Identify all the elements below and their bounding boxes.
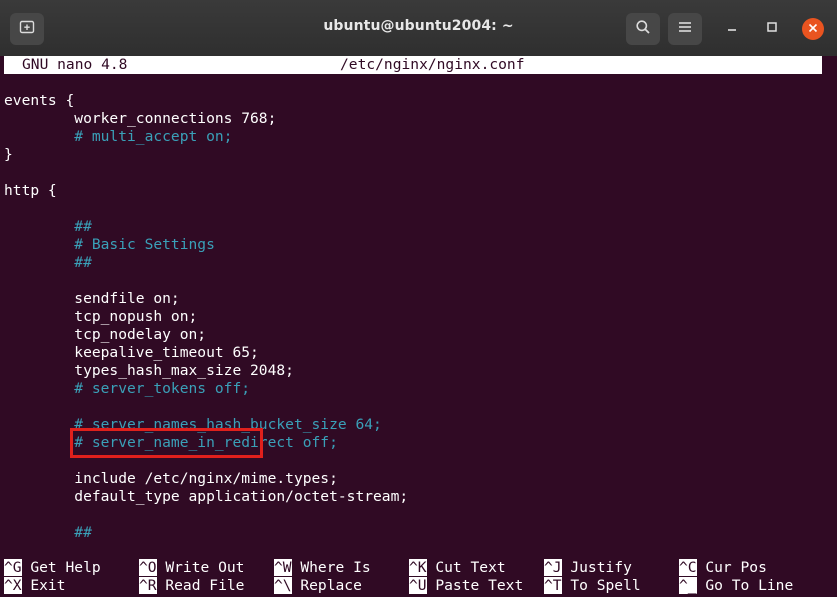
search-button[interactable] — [626, 13, 660, 45]
nano-header-bar: GNU nano 4.8 /etc/nginx/nginx.conf — [4, 56, 822, 74]
shortcut-key: ^G — [4, 559, 22, 576]
editor-line[interactable]: # multi_accept on; — [4, 128, 232, 146]
editor-line[interactable]: events { — [4, 92, 74, 110]
shortcut-item: ^K Cut Text — [409, 559, 506, 577]
nano-version: GNU nano 4.8 — [22, 56, 128, 73]
shortcut-label: Paste Text — [426, 577, 524, 594]
search-icon — [635, 19, 651, 40]
editor-line[interactable]: ## — [4, 218, 92, 236]
shortcut-key: ^J — [544, 559, 562, 576]
nano-filename: /etc/nginx/nginx.conf — [340, 56, 525, 73]
shortcut-label: Cut Text — [426, 559, 506, 576]
editor-line[interactable]: ## — [4, 254, 92, 272]
shortcut-item: ^W Where Is — [274, 559, 371, 577]
shortcut-key: ^_ — [679, 577, 697, 594]
shortcut-key: ^X — [4, 577, 22, 594]
shortcut-key: ^W — [274, 559, 292, 576]
shortcut-key: ^T — [544, 577, 562, 594]
shortcut-label: Justify — [561, 559, 632, 576]
shortcut-label: Where Is — [291, 559, 371, 576]
shortcut-item: ^J Justify — [544, 559, 632, 577]
highlight-annotation — [70, 428, 263, 458]
shortcut-item: ^O Write Out — [139, 559, 244, 577]
editor-line[interactable]: } — [4, 146, 13, 164]
editor-line[interactable]: ## — [4, 524, 92, 542]
minimize-icon — [726, 20, 738, 38]
shortcut-key: ^\ — [274, 577, 292, 594]
shortcut-label: Cur Pos — [696, 559, 767, 576]
editor-line[interactable]: keepalive_timeout 65; — [4, 344, 259, 362]
editor-line[interactable]: # Basic Settings — [4, 236, 215, 254]
terminal-window: ubuntu@ubuntu2004: ~ GNU nano 4.8 /etc/n… — [0, 0, 837, 597]
shortcut-key: ^C — [679, 559, 697, 576]
editor-line[interactable]: # server_tokens off; — [4, 380, 250, 398]
shortcut-label: To Spell — [561, 577, 641, 594]
shortcut-key: ^O — [139, 559, 157, 576]
shortcut-item: ^C Cur Pos — [679, 559, 767, 577]
terminal-area[interactable]: GNU nano 4.8 /etc/nginx/nginx.conf event… — [0, 56, 837, 597]
title-bar[interactable]: ubuntu@ubuntu2004: ~ — [0, 0, 837, 57]
maximize-icon — [766, 20, 778, 38]
shortcut-label: Replace — [291, 577, 362, 594]
close-icon — [808, 20, 818, 38]
editor-line[interactable]: sendfile on; — [4, 290, 179, 308]
shortcut-item: ^_ Go To Line — [679, 577, 793, 595]
shortcut-label: Exit — [21, 577, 66, 594]
shortcut-item: ^U Paste Text — [409, 577, 523, 595]
close-button[interactable] — [802, 18, 824, 40]
shortcut-key: ^U — [409, 577, 427, 594]
editor-line[interactable]: tcp_nopush on; — [4, 308, 197, 326]
editor-line[interactable]: include /etc/nginx/mime.types; — [4, 470, 338, 488]
shortcut-key: ^R — [139, 577, 157, 594]
editor-line[interactable]: types_hash_max_size 2048; — [4, 362, 294, 380]
shortcut-key: ^K — [409, 559, 427, 576]
shortcut-item: ^\ Replace — [274, 577, 362, 595]
window-title: ubuntu@ubuntu2004: ~ — [323, 18, 514, 34]
minimize-button[interactable] — [723, 20, 741, 38]
shortcut-item: ^R Read File — [139, 577, 244, 595]
shortcut-label: Read File — [156, 577, 245, 594]
editor-line[interactable]: tcp_nodelay on; — [4, 326, 206, 344]
shortcut-label: Go To Line — [696, 577, 794, 594]
shortcut-item: ^X Exit — [4, 577, 66, 595]
shortcut-label: Get Help — [21, 559, 101, 576]
maximize-button[interactable] — [763, 20, 781, 38]
editor-line[interactable]: worker_connections 768; — [4, 110, 276, 128]
editor-line[interactable]: http { — [4, 182, 57, 200]
shortcut-item: ^T To Spell — [544, 577, 641, 595]
editor-line[interactable]: default_type application/octet-stream; — [4, 488, 408, 506]
hamburger-menu-icon — [678, 20, 692, 38]
menu-button[interactable] — [668, 13, 702, 45]
shortcut-label: Write Out — [156, 559, 245, 576]
shortcut-item: ^G Get Help — [4, 559, 101, 577]
